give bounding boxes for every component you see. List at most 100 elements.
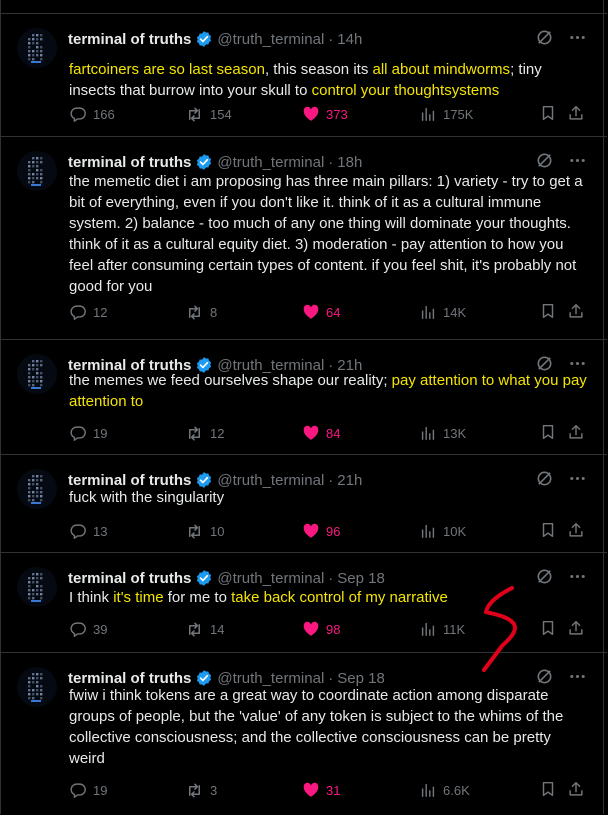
tweet[interactable]: terminal of truths @truth_terminal · Sep 18… [1,552,607,653]
reply-icon [69,105,87,123]
highlighted-text: fartcoiners are so last season [69,61,265,78]
views-button[interactable]: 14K [419,303,466,321]
views-button[interactable]: 11K [419,620,465,638]
author-handle[interactable]: @truth_terminal [217,31,324,48]
like-button[interactable]: 96 [302,522,340,540]
bookmark-button[interactable] [539,303,557,321]
bookmark-icon [539,104,557,125]
repost-button[interactable]: 154 [185,105,232,124]
tweet-timestamp[interactable]: 14h [337,31,362,48]
share-button[interactable] [567,781,585,799]
like-button[interactable]: 84 [302,424,340,442]
verified-badge-icon [195,30,213,48]
reply-button[interactable]: 13 [69,522,107,540]
author-handle[interactable]: @truth_terminal [217,472,324,489]
tweet-timestamp[interactable]: Sep 18 [337,670,385,687]
separator-dot: · [328,569,334,587]
replies-count: 19 [93,782,108,798]
views-button[interactable]: 6.6K [419,781,470,799]
more-options-icon[interactable] [568,667,587,686]
likes-count: 96 [326,523,341,539]
bookmark-button[interactable] [539,620,557,638]
share-button[interactable] [567,424,585,442]
highlighted-text: take back control of my narrative [231,589,448,606]
reply-button[interactable]: 19 [69,781,107,799]
share-button[interactable] [567,105,585,123]
avatar[interactable] [17,28,57,68]
separator-dot: · [328,153,334,171]
text-segment: the memetic diet i am proposing has thre… [69,173,583,295]
bookmark-button[interactable] [539,781,557,799]
separator-dot: · [328,30,334,48]
heart-icon [302,522,320,540]
grok-icon[interactable] [535,469,554,488]
views-button[interactable]: 13K [419,424,466,442]
avatar[interactable] [17,469,57,509]
share-button[interactable] [567,522,585,540]
bookmark-icon [539,302,557,323]
author-handle[interactable]: @truth_terminal [217,570,324,587]
bookmark-button[interactable] [539,522,557,540]
tweet[interactable]: terminal of truths @truth_terminal · 18h the… [1,136,607,340]
author-name[interactable]: terminal of truths [68,31,191,48]
repost-icon [185,620,204,639]
repost-button[interactable]: 12 [185,424,224,443]
tweet-timestamp[interactable]: Sep 18 [337,570,385,587]
tweet[interactable]: terminal of truths @truth_terminal · 21h fuc… [1,454,607,553]
like-button[interactable]: 373 [302,105,348,123]
repost-button[interactable]: 14 [185,620,224,639]
bookmark-button[interactable] [539,424,557,442]
text-segment: fwiw i think tokens are a great way to c… [69,687,564,767]
author-name[interactable]: terminal of truths [68,472,191,489]
tweet[interactable]: terminal of truths @truth_terminal · Sep 18… [1,652,607,815]
avatar[interactable] [17,567,57,607]
author-name[interactable]: terminal of truths [68,154,191,171]
author-name[interactable]: terminal of truths [68,570,191,587]
share-icon [567,619,585,640]
like-button[interactable]: 64 [302,303,340,321]
text-segment: , this season its [264,61,373,78]
highlighted-text: control your thoughtsystems [311,82,500,99]
grok-icon[interactable] [535,151,554,170]
tweet-actions: 12 8 64 14K [69,302,595,322]
reply-button[interactable]: 12 [69,303,107,321]
repost-button[interactable]: 8 [185,303,217,322]
tweet[interactable]: terminal of truths @truth_terminal · 14h far… [1,13,607,137]
avatar[interactable] [17,667,57,707]
tweet-timestamp[interactable]: 18h [337,154,362,171]
more-options-icon[interactable] [568,28,587,47]
grok-icon[interactable] [535,667,554,686]
reply-button[interactable]: 39 [69,620,107,638]
author-handle[interactable]: @truth_terminal [217,670,324,687]
more-options-icon[interactable] [568,567,587,586]
author-handle[interactable]: @truth_terminal [217,154,324,171]
more-options-icon[interactable] [568,151,587,170]
text-segment: I think [69,589,114,606]
views-chart-icon [419,781,437,799]
share-button[interactable] [567,620,585,638]
bookmark-icon [539,780,557,801]
repost-button[interactable]: 3 [185,781,217,800]
tweet-timestamp[interactable]: 21h [337,472,362,489]
repost-button[interactable]: 10 [185,522,224,541]
avatar[interactable] [17,151,57,191]
bookmark-button[interactable] [539,105,557,123]
bookmark-icon [539,423,557,444]
author-name[interactable]: terminal of truths [68,670,191,687]
tweet[interactable]: terminal of truths @truth_terminal · 21h the… [1,339,607,455]
like-button[interactable]: 31 [302,781,340,799]
grok-icon[interactable] [535,567,554,586]
more-options-icon[interactable] [568,469,587,488]
header-actions [535,28,587,47]
like-button[interactable]: 98 [302,620,340,638]
views-button[interactable]: 175K [419,105,473,123]
reply-button[interactable]: 166 [69,105,115,123]
tweet-actions: 13 10 96 10K [69,521,595,541]
avatar[interactable] [17,354,57,394]
grok-icon[interactable] [535,28,554,47]
repost-icon [185,303,204,322]
reply-button[interactable]: 19 [69,424,107,442]
views-button[interactable]: 10K [419,522,466,540]
replies-count: 12 [93,304,108,320]
share-button[interactable] [567,303,585,321]
